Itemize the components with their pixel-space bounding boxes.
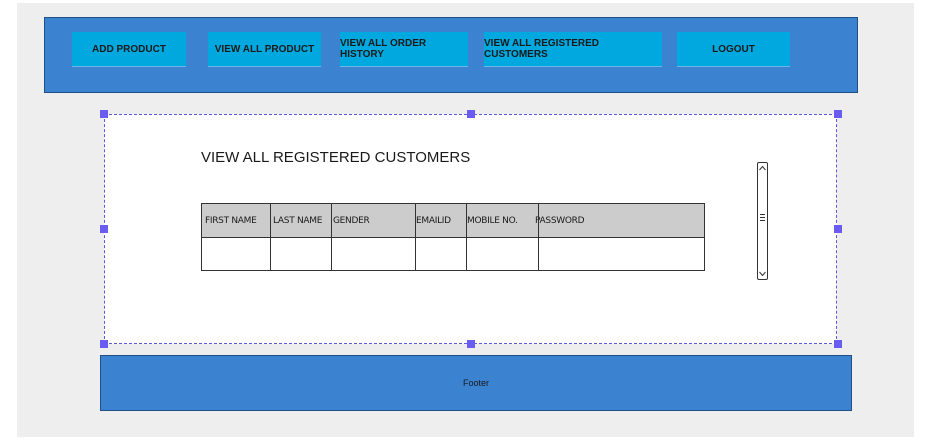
add-product-button[interactable]: ADD PRODUCT xyxy=(72,32,186,67)
column-header-emailid: EMAILID xyxy=(416,215,451,226)
view-all-registered-customers-button[interactable]: VIEW ALL REGISTERED CUSTOMERS xyxy=(484,32,662,67)
resize-handle-middle-right[interactable] xyxy=(834,225,842,233)
view-all-product-button[interactable]: VIEW ALL PRODUCT xyxy=(208,32,321,67)
column-divider xyxy=(415,204,416,270)
resize-handle-top-right[interactable] xyxy=(834,110,842,118)
column-header-last-name: LAST NAME xyxy=(273,215,323,226)
vertical-scrollbar[interactable] xyxy=(757,162,768,280)
column-header-gender: GENDER xyxy=(333,215,370,226)
header-bar: ADD PRODUCT VIEW ALL PRODUCT VIEW ALL OR… xyxy=(44,17,858,93)
table-header-row: FIRST NAME LAST NAME GENDER EMAILID MOBI… xyxy=(202,204,704,238)
resize-handle-top-center[interactable] xyxy=(467,110,475,118)
footer-label: Footer xyxy=(462,378,489,388)
page-title: VIEW ALL REGISTERED CUSTOMERS xyxy=(201,149,471,166)
resize-handle-bottom-left[interactable] xyxy=(100,340,108,348)
view-all-order-history-button[interactable]: VIEW ALL ORDER HISTORY xyxy=(340,32,468,67)
column-header-mobile-no: MOBILE NO. xyxy=(467,215,518,226)
resize-handle-bottom-right[interactable] xyxy=(834,340,842,348)
logout-button[interactable]: LOGOUT xyxy=(677,32,790,67)
resize-handle-top-left[interactable] xyxy=(100,110,108,118)
scroll-grip-line xyxy=(760,220,765,221)
resize-handle-bottom-center[interactable] xyxy=(467,340,475,348)
scroll-grip-line xyxy=(760,214,765,215)
column-divider xyxy=(331,204,332,270)
scroll-down-arrow-icon[interactable] xyxy=(758,269,767,278)
column-divider xyxy=(466,204,467,270)
footer-bar: Footer xyxy=(100,355,852,411)
resize-handle-middle-left[interactable] xyxy=(100,225,108,233)
customers-table: FIRST NAME LAST NAME GENDER EMAILID MOBI… xyxy=(201,203,705,271)
column-header-first-name: FIRST NAME xyxy=(205,215,257,226)
scroll-grip-line xyxy=(760,217,765,218)
scroll-up-arrow-icon[interactable] xyxy=(758,164,767,173)
column-divider xyxy=(270,204,271,270)
column-header-password: PASSWORD xyxy=(535,215,585,226)
column-divider xyxy=(538,204,539,270)
